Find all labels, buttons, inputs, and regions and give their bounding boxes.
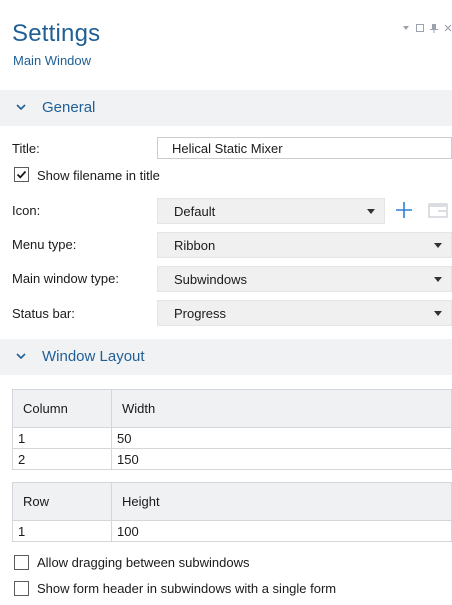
section-window-layout[interactable]: Window Layout xyxy=(0,339,452,375)
maximize-icon[interactable] xyxy=(416,24,424,36)
page-title: Settings xyxy=(12,20,101,47)
columns-table: Column Width 1 50 2 150 xyxy=(12,389,452,470)
section-general[interactable]: General xyxy=(0,90,452,126)
table-row[interactable]: 1 100 xyxy=(12,520,452,542)
chevron-down-icon xyxy=(434,311,442,316)
table-cell[interactable]: 1 xyxy=(12,427,112,449)
show-filename-label: Show filename in title xyxy=(37,168,160,183)
chevron-down-icon xyxy=(16,104,26,111)
chevron-down-icon xyxy=(434,243,442,248)
table-header-row: Column Width xyxy=(12,389,452,428)
chevron-down-icon xyxy=(367,209,375,214)
add-icon-button[interactable] xyxy=(392,198,416,222)
chevron-down-icon xyxy=(16,353,26,360)
status-bar-label: Status bar: xyxy=(12,306,75,321)
menu-type-label: Menu type: xyxy=(12,237,77,252)
checkmark-icon xyxy=(16,170,27,179)
section-general-label: General xyxy=(42,99,96,116)
allow-dragging-checkbox[interactable] xyxy=(14,555,29,570)
column-header-row: Row xyxy=(12,482,112,521)
window-controls xyxy=(402,24,452,36)
status-bar-select[interactable]: Progress xyxy=(157,300,452,326)
title-input[interactable] xyxy=(157,137,452,159)
table-header-row: Row Height xyxy=(12,482,452,521)
settings-header: Settings Main Window xyxy=(0,0,452,90)
column-header-column: Column xyxy=(12,389,112,428)
menu-type-select[interactable]: Ribbon xyxy=(157,232,452,258)
table-row[interactable]: 1 50 xyxy=(12,427,452,449)
menu-type-value: Ribbon xyxy=(174,238,216,253)
show-filename-checkbox[interactable] xyxy=(14,167,29,182)
dropdown-icon[interactable] xyxy=(402,24,410,36)
table-cell[interactable]: 1 xyxy=(12,520,112,542)
close-icon[interactable] xyxy=(444,24,452,36)
table-cell[interactable]: 50 xyxy=(111,427,452,449)
show-form-header-label: Show form header in subwindows with a si… xyxy=(37,581,337,596)
allow-dragging-label: Allow dragging between subwindows xyxy=(37,555,250,570)
icon-label: Icon: xyxy=(12,203,41,218)
section-window-layout-label: Window Layout xyxy=(42,348,145,365)
browse-icon-button[interactable] xyxy=(424,198,452,222)
import-icon xyxy=(428,203,448,218)
table-cell[interactable]: 2 xyxy=(12,448,112,470)
table-cell[interactable]: 150 xyxy=(111,448,452,470)
page-subtitle: Main Window xyxy=(13,53,92,68)
main-window-type-select[interactable]: Subwindows xyxy=(157,266,452,292)
plus-icon xyxy=(396,202,412,218)
main-window-type-label: Main window type: xyxy=(12,271,119,286)
rows-table: Row Height 1 100 xyxy=(12,482,452,542)
icon-select[interactable]: Default xyxy=(157,198,385,224)
status-bar-value: Progress xyxy=(174,306,227,321)
pin-icon[interactable] xyxy=(430,24,438,36)
column-header-width: Width xyxy=(111,389,452,428)
icon-select-value: Default xyxy=(174,204,216,219)
table-row[interactable]: 2 150 xyxy=(12,448,452,470)
show-form-header-checkbox[interactable] xyxy=(14,581,29,596)
table-cell[interactable]: 100 xyxy=(111,520,452,542)
column-header-height: Height xyxy=(111,482,452,521)
main-window-type-value: Subwindows xyxy=(174,272,247,287)
title-label: Title: xyxy=(12,141,40,156)
chevron-down-icon xyxy=(434,277,442,282)
